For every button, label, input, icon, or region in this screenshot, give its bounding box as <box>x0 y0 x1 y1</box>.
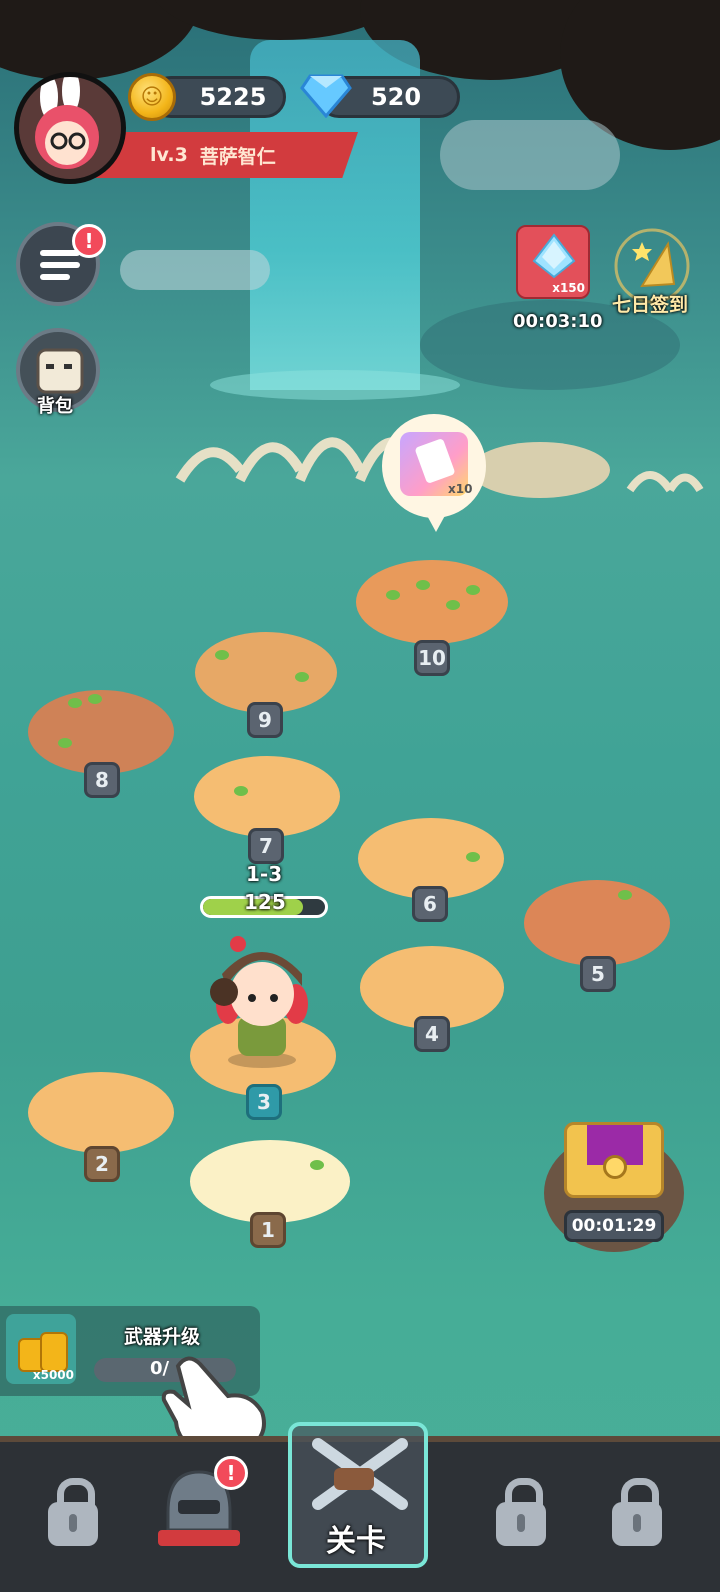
coin-value: 5225 <box>199 83 267 111</box>
backpack-icon <box>36 348 84 394</box>
stage-island-4[interactable]: 4 <box>360 946 504 1052</box>
weapon-upgrade-title: 武器升级 <box>124 1326 201 1348</box>
game-scene: lv.3 菩萨智仁 5225 ☺ 520 ! 背包 x150 00:03:10 … <box>0 0 720 1592</box>
treasure-chest-icon <box>564 1122 664 1198</box>
stage-number: 4 <box>414 1016 450 1052</box>
coin-icon: ☺ <box>128 73 176 121</box>
chest-timer: 00:01:29 <box>564 1210 664 1242</box>
gem-pile-icon <box>532 233 576 279</box>
player-name: 菩萨智仁 <box>199 145 276 168</box>
nav-lock-icon[interactable] <box>496 1478 546 1546</box>
nav-stages-tab[interactable]: 关卡 <box>288 1422 428 1568</box>
coin-stack-icon: x5000 <box>6 1314 76 1384</box>
stage-island-8[interactable]: 8 <box>28 690 174 798</box>
coin-stack-count: x5000 <box>32 1368 74 1382</box>
stage-number: 6 <box>412 886 448 922</box>
player-level-banner: lv.3 菩萨智仁 <box>96 132 358 178</box>
waterfall-splash <box>210 370 460 400</box>
bubble-tail <box>424 510 448 532</box>
player-avatar[interactable] <box>14 72 126 184</box>
stage-number: 10 <box>414 640 450 676</box>
gem-pack-count: x150 <box>552 281 585 295</box>
nav-lock-icon[interactable] <box>612 1478 662 1546</box>
bunny-girl-icon <box>19 77 121 179</box>
stage-number: 2 <box>84 1146 120 1182</box>
stage-island-10[interactable]: 10 <box>356 560 508 676</box>
cloud <box>120 250 270 290</box>
reward-bubble[interactable]: x10 <box>382 414 486 518</box>
player-level: lv.3 <box>150 144 188 166</box>
reward-count: x10 <box>448 482 473 496</box>
stage-number-current: 3 <box>246 1084 282 1120</box>
cloud <box>440 120 620 190</box>
current-stage-power: 125 <box>244 890 286 914</box>
stage-island-7[interactable]: 7 <box>194 756 340 864</box>
menu-alert-badge: ! <box>72 224 106 258</box>
diamond-value: 520 <box>370 83 422 111</box>
crossed-swords-icon <box>312 1438 408 1510</box>
menu-icon <box>40 250 80 256</box>
bottom-nav: ! 关卡 <box>0 1422 720 1592</box>
stage-island-1[interactable]: 1 <box>190 1140 350 1248</box>
stage-number: 5 <box>580 956 616 992</box>
nav-lock-icon[interactable] <box>48 1478 98 1546</box>
player-character <box>210 936 308 1068</box>
current-stage-label: 1-3 <box>246 862 283 886</box>
stage-island-5[interactable]: 5 <box>524 880 670 992</box>
gem-pack-timer: 00:03:10 <box>513 311 603 332</box>
diamond-icon <box>300 74 352 118</box>
stage-island-6[interactable]: 6 <box>358 818 504 922</box>
seven-day-label: 七日签到 <box>612 294 689 316</box>
backpack-label: 背包 <box>37 396 73 417</box>
gem-pack-button[interactable]: x150 <box>516 225 590 299</box>
stage-number: 8 <box>84 762 120 798</box>
hero-alert-badge: ! <box>214 1456 248 1490</box>
stage-number: 9 <box>247 702 283 738</box>
stage-number: 7 <box>248 828 284 864</box>
stage-island-2[interactable]: 2 <box>28 1072 174 1182</box>
nav-stages-label: 关卡 <box>326 1524 386 1559</box>
stage-island-9[interactable]: 9 <box>195 632 337 738</box>
stage-number: 1 <box>250 1212 286 1248</box>
